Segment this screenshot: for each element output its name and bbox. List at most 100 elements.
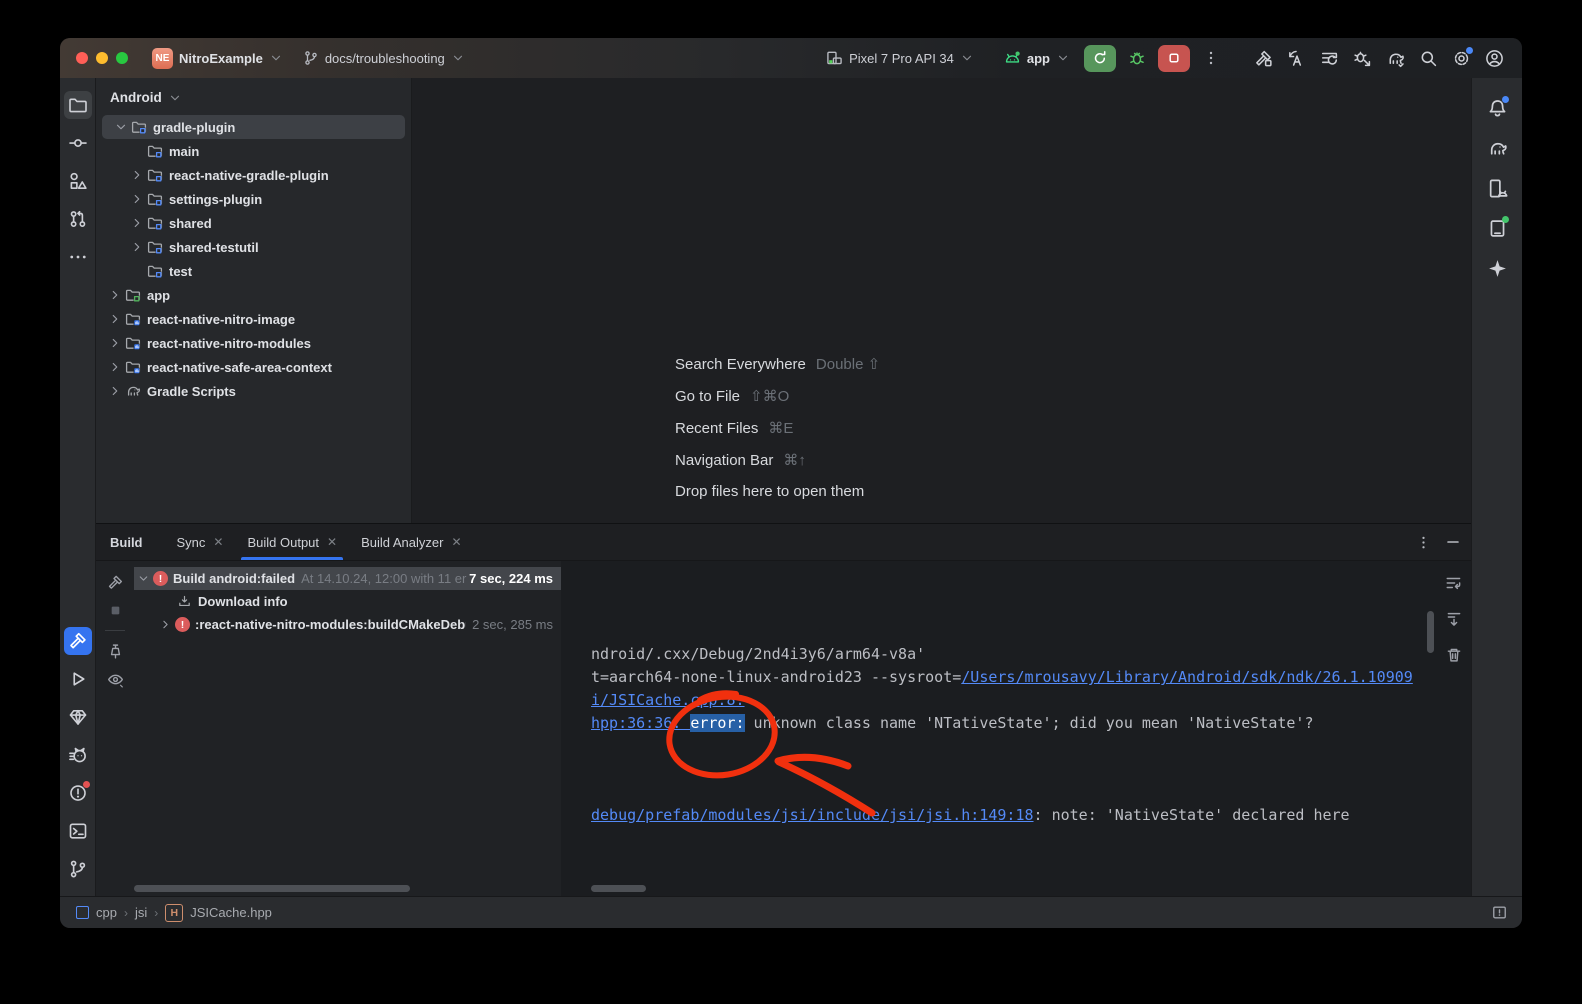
apply-changes-icon[interactable] — [1283, 45, 1310, 72]
horizontal-scrollbar[interactable] — [591, 885, 646, 892]
breadcrumb-item[interactable]: JSICache.hpp — [190, 905, 272, 920]
jsicache-link[interactable]: i/JSICache.cpp:8: — [591, 691, 745, 709]
fullscreen-window-button[interactable] — [116, 52, 128, 64]
tree-item-react-native-nitro-image[interactable]: react-native-nitro-image — [96, 307, 411, 331]
version-control-icon[interactable] — [64, 855, 92, 883]
running-devices-icon[interactable] — [1483, 214, 1511, 242]
soft-wrap-icon[interactable] — [1442, 571, 1466, 595]
rerun-button[interactable] — [1084, 45, 1116, 72]
chevron-right-icon[interactable] — [106, 384, 124, 398]
chevron-down-icon[interactable] — [112, 120, 130, 134]
tab-sync[interactable]: Sync ✕ — [165, 525, 236, 560]
debug-button[interactable] — [1124, 45, 1150, 71]
build-status-label: failed — [261, 571, 295, 586]
run-config-selector[interactable]: app — [998, 46, 1076, 71]
error-location-link[interactable]: hpp:36:36: — [591, 714, 690, 732]
tree-item-test[interactable]: test — [96, 259, 411, 283]
chevron-right-icon[interactable] — [106, 360, 124, 374]
device-icon — [826, 50, 843, 67]
panel-options-icon[interactable] — [1416, 535, 1431, 550]
failed-task-row[interactable]: ! :react-native-nitro-modules:buildCMake… — [134, 613, 561, 636]
tree-item-react-native-safe-area-context[interactable]: react-native-safe-area-context — [96, 355, 411, 379]
hide-panel-icon[interactable] — [1445, 534, 1461, 550]
pin-tab-icon[interactable] — [102, 638, 128, 664]
module-folder-blue-icon — [146, 191, 164, 207]
problems-icon[interactable] — [64, 779, 92, 807]
chevron-right-icon[interactable] — [128, 240, 146, 254]
account-avatar-icon[interactable] — [1481, 45, 1508, 72]
project-folder-icon[interactable] — [64, 91, 92, 119]
scroll-to-end-icon[interactable] — [1442, 607, 1466, 631]
tree-item-react-native-gradle-plugin[interactable]: react-native-gradle-plugin — [96, 163, 411, 187]
profiler-icon[interactable] — [1316, 45, 1343, 72]
chevron-right-icon[interactable] — [128, 216, 146, 230]
notifications-bell-icon[interactable] — [1483, 94, 1511, 122]
pull-requests-icon[interactable] — [64, 205, 92, 233]
close-tab-icon[interactable]: ✕ — [213, 535, 223, 549]
build-result-row[interactable]: ! Build android: failed At 14.10.24, 12:… — [134, 567, 561, 590]
logcat-cat-icon[interactable] — [64, 741, 92, 769]
chevron-right-icon[interactable] — [128, 192, 146, 206]
settings-gear-icon[interactable] — [1448, 45, 1475, 72]
tree-item-react-native-nitro-modules[interactable]: react-native-nitro-modules — [96, 331, 411, 355]
branch-widget[interactable]: docs/troubleshooting — [297, 46, 471, 70]
chevron-right-icon[interactable] — [106, 288, 124, 302]
tree-item-shared[interactable]: shared — [96, 211, 411, 235]
breadcrumb-item[interactable]: cpp — [96, 905, 117, 920]
breadcrumb-item[interactable]: jsi — [135, 905, 147, 920]
build-duration: 7 sec, 224 ms — [467, 571, 561, 586]
terminal-icon[interactable] — [64, 817, 92, 845]
tree-item-shared-testutil[interactable]: shared-testutil — [96, 235, 411, 259]
view-options-icon[interactable] — [102, 666, 128, 692]
horizontal-scrollbar[interactable] — [134, 885, 410, 892]
resource-manager-icon[interactable] — [64, 167, 92, 195]
attach-debugger-icon[interactable] — [1349, 45, 1376, 72]
chevron-right-icon[interactable] — [106, 336, 124, 350]
tree-item-Gradle Scripts[interactable]: Gradle Scripts — [96, 379, 411, 403]
tree-item-app[interactable]: app — [96, 283, 411, 307]
app-insights-gem-icon[interactable] — [64, 703, 92, 731]
shortcut-action: Go to File — [675, 388, 740, 405]
build-tabs-bar: Build Sync ✕ Build Output ✕ Build Analyz… — [96, 524, 1471, 561]
red-notification-dot — [83, 781, 90, 788]
editor-area: Search EverywhereDouble ⇧Go to File⇧⌘ORe… — [412, 78, 1471, 523]
download-info-row[interactable]: Download info — [134, 590, 561, 613]
highlighted-error-token: error: — [690, 714, 744, 732]
close-tab-icon[interactable]: ✕ — [327, 535, 337, 549]
tree-item-gradle-plugin[interactable]: gradle-plugin — [102, 115, 405, 139]
chevron-down-icon[interactable] — [134, 572, 152, 585]
project-view-header[interactable]: Android — [96, 78, 411, 115]
device-selector[interactable]: Pixel 7 Pro API 34 — [820, 46, 980, 71]
tab-build-output[interactable]: Build Output ✕ — [235, 525, 349, 560]
close-tab-icon[interactable]: ✕ — [451, 535, 461, 549]
chevron-right-icon[interactable] — [156, 618, 174, 631]
gemini-sparkle-icon[interactable] — [1483, 254, 1511, 282]
close-window-button[interactable] — [76, 52, 88, 64]
commit-icon[interactable] — [64, 129, 92, 157]
project-icon: NE — [152, 48, 173, 69]
search-everywhere-icon[interactable] — [1415, 45, 1442, 72]
clear-all-icon[interactable] — [1442, 643, 1466, 667]
notifications-tool-icon[interactable] — [1491, 904, 1508, 921]
tab-build-analyzer[interactable]: Build Analyzer ✕ — [349, 525, 473, 560]
more-actions-icon[interactable] — [1198, 45, 1224, 71]
vertical-scrollbar[interactable] — [1427, 611, 1434, 653]
jsi-header-link[interactable]: debug/prefab/modules/jsi/include/jsi/jsi… — [591, 806, 1034, 824]
restart-build-icon[interactable] — [102, 569, 128, 595]
more-horizontal-icon[interactable] — [64, 243, 92, 271]
chevron-right-icon[interactable] — [128, 168, 146, 182]
device-manager-icon[interactable] — [1483, 174, 1511, 202]
build-hammer-icon[interactable] — [64, 627, 92, 655]
run-play-icon[interactable] — [64, 665, 92, 693]
project-widget[interactable]: NE NitroExample — [146, 44, 289, 73]
chevron-right-icon[interactable] — [106, 312, 124, 326]
gradle-elephant-icon[interactable] — [1483, 134, 1511, 162]
gradle-sync-icon[interactable] — [1382, 45, 1409, 72]
build-project-icon[interactable] — [1250, 45, 1277, 72]
tree-item-main[interactable]: main — [96, 139, 411, 163]
stop-build-icon[interactable] — [102, 597, 128, 623]
ndk-path-link[interactable]: /Users/mrousavy/Library/Android/sdk/ndk/… — [961, 668, 1413, 686]
minimize-window-button[interactable] — [96, 52, 108, 64]
stop-button[interactable] — [1158, 45, 1190, 72]
tree-item-settings-plugin[interactable]: settings-plugin — [96, 187, 411, 211]
